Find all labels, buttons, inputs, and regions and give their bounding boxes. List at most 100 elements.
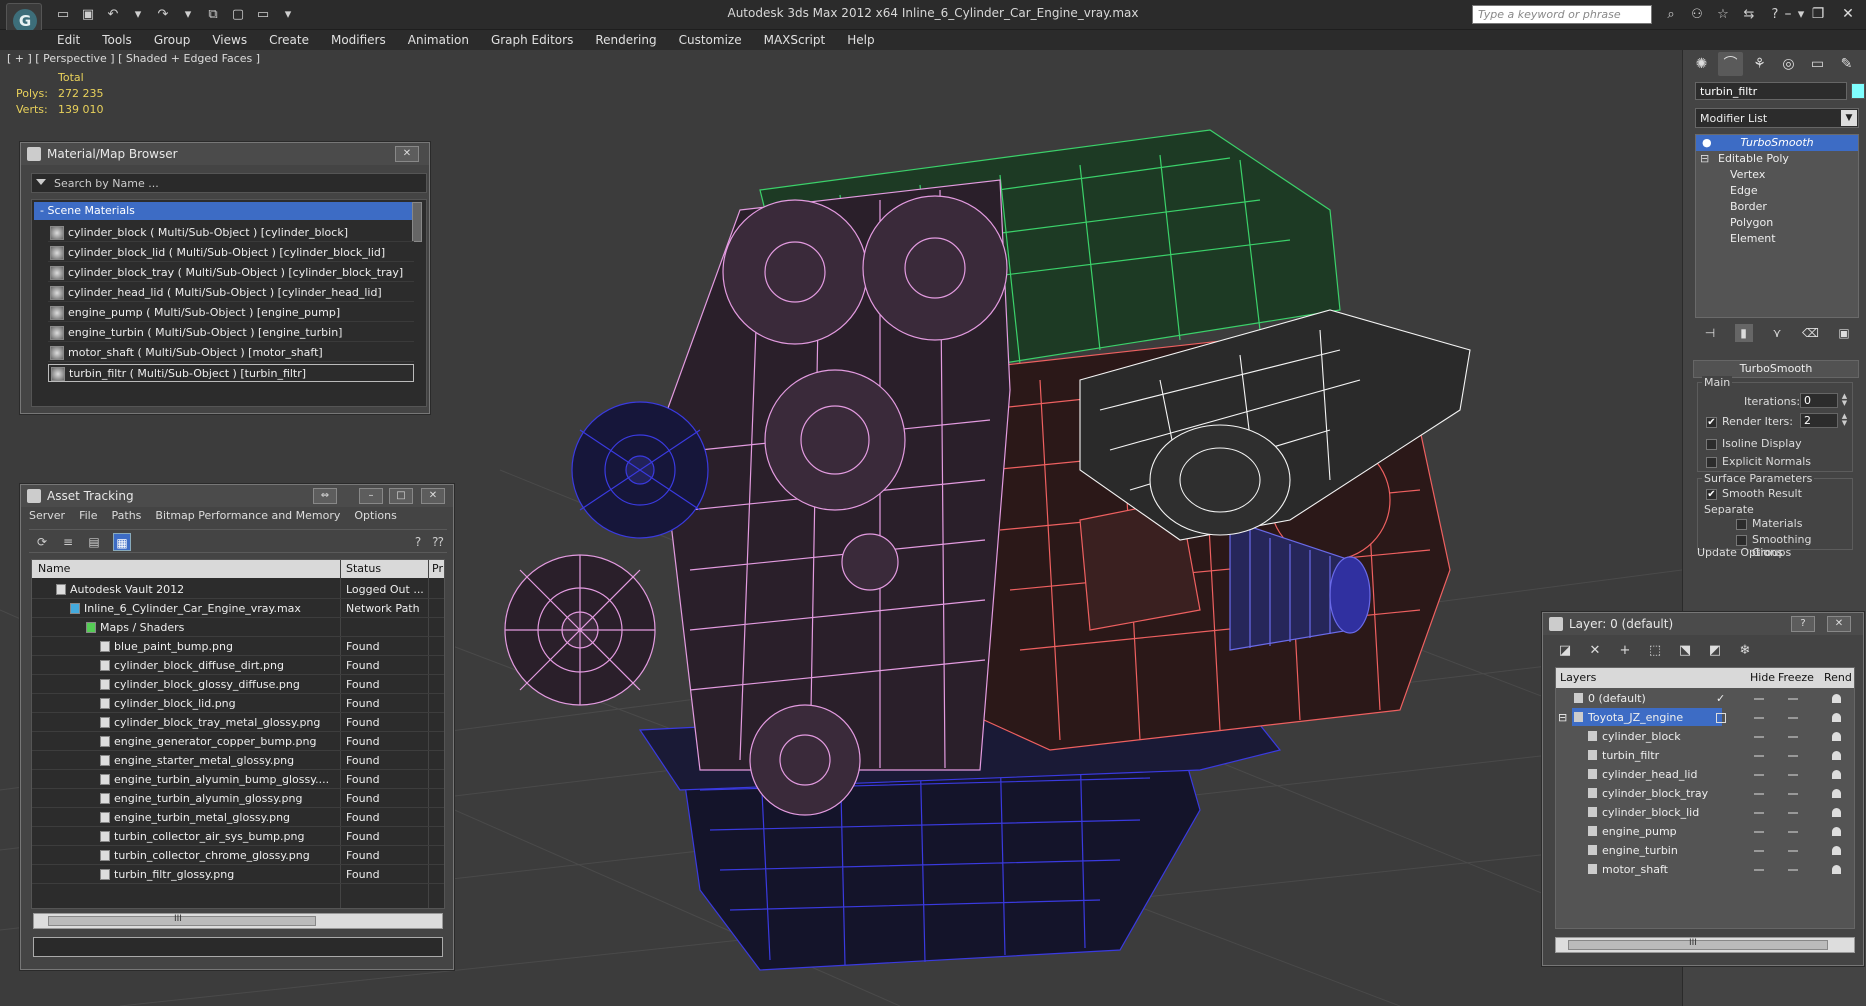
asset-table-hscrollbar[interactable]: III bbox=[33, 913, 443, 929]
chevron-down-icon[interactable]: ▼ bbox=[1841, 110, 1857, 126]
column-name[interactable]: Name bbox=[38, 562, 70, 575]
table-row[interactable]: engine_starter_metal_glossy.png Found bbox=[32, 751, 444, 770]
freeze-toggle[interactable] bbox=[1788, 812, 1798, 814]
layer-row-default[interactable]: 0 (default) ✓ bbox=[1556, 689, 1854, 708]
separate-materials-checkbox[interactable] bbox=[1736, 519, 1747, 530]
help-icon[interactable]: ? bbox=[1791, 616, 1815, 632]
material-search-field[interactable]: Search by Name ... bbox=[31, 173, 427, 193]
table-row[interactable]: Autodesk Vault 2012 Logged Out ... bbox=[32, 580, 444, 599]
menu-group[interactable]: Group bbox=[143, 30, 202, 50]
spinner-arrows-icon[interactable]: ▲ ▼ bbox=[1840, 393, 1849, 408]
stack-subobject-polygon[interactable]: Polygon bbox=[1696, 215, 1858, 231]
utilities-tab-icon[interactable]: ✎ bbox=[1834, 52, 1859, 76]
material-item[interactable]: engine_pump ( Multi/Sub-Object ) [engine… bbox=[48, 304, 414, 322]
hide-all-layers-icon[interactable]: ◩ bbox=[1705, 641, 1725, 661]
column-freeze[interactable]: Freeze bbox=[1778, 671, 1814, 684]
layer-row-selected[interactable]: ⊟ Toyota_JZ_engine bbox=[1556, 708, 1854, 727]
render-iters-checkbox[interactable]: ✔ bbox=[1706, 417, 1717, 428]
freeze-toggle[interactable] bbox=[1788, 774, 1798, 776]
menu-animation[interactable]: Animation bbox=[397, 30, 480, 50]
asset-path-field[interactable] bbox=[33, 937, 443, 957]
table-row[interactable]: blue_paint_bump.png Found bbox=[32, 637, 444, 656]
column-layers[interactable]: Layers bbox=[1560, 671, 1596, 684]
separate-smoothing-groups-checkbox[interactable] bbox=[1736, 535, 1747, 546]
menu-maxscript[interactable]: MAXScript bbox=[753, 30, 837, 50]
close-icon[interactable]: ✕ bbox=[1827, 616, 1851, 632]
freeze-toggle[interactable] bbox=[1788, 736, 1798, 738]
material-item[interactable]: motor_shaft ( Multi/Sub-Object ) [motor_… bbox=[48, 344, 414, 362]
stack-subobject-edge[interactable]: Edge bbox=[1696, 183, 1858, 199]
configure-modifier-sets-icon[interactable]: ▣ bbox=[1835, 324, 1853, 342]
column-hide[interactable]: Hide bbox=[1750, 671, 1775, 684]
new-layer-icon[interactable]: ◪ bbox=[1555, 641, 1575, 661]
collapse-icon[interactable]: ⊟ bbox=[1558, 708, 1567, 727]
stack-subobject-element[interactable]: Element bbox=[1696, 231, 1858, 247]
hide-toggle[interactable] bbox=[1754, 755, 1764, 757]
render-iters-spinner[interactable]: 2 bbox=[1800, 413, 1838, 428]
menu-customize[interactable]: Customize bbox=[668, 30, 753, 50]
hide-toggle[interactable] bbox=[1754, 698, 1764, 700]
freeze-toggle[interactable] bbox=[1788, 698, 1798, 700]
hide-toggle[interactable] bbox=[1754, 869, 1764, 871]
menu-create[interactable]: Create bbox=[258, 30, 320, 50]
minimize-icon[interactable]: – bbox=[1778, 4, 1798, 24]
render-toggle-icon[interactable] bbox=[1832, 865, 1841, 874]
delete-layer-icon[interactable]: ✕ bbox=[1585, 641, 1605, 661]
table-row[interactable]: Inline_6_Cylinder_Car_Engine_vray.max Net… bbox=[32, 599, 444, 618]
close-icon[interactable]: ✕ bbox=[421, 488, 445, 504]
table-row[interactable]: turbin_filtr_glossy.png Found bbox=[32, 865, 444, 884]
subscription-icon[interactable]: ⚇ bbox=[1686, 4, 1708, 26]
modifier-list-dropdown[interactable]: Modifier List ▼ bbox=[1695, 108, 1859, 128]
table-row[interactable]: engine_turbin_alyumin_bump_glossy.... Fou… bbox=[32, 770, 444, 789]
menu-help[interactable]: Help bbox=[836, 30, 885, 50]
spinner-arrows-icon[interactable]: ▲ ▼ bbox=[1840, 413, 1849, 428]
render-toggle-icon[interactable] bbox=[1832, 713, 1841, 722]
render-toggle-icon[interactable] bbox=[1832, 789, 1841, 798]
material-item[interactable]: cylinder_block ( Multi/Sub-Object ) [cyl… bbox=[48, 224, 414, 242]
menu-edit[interactable]: Edit bbox=[46, 30, 91, 50]
search-options-dropdown-icon[interactable] bbox=[36, 179, 46, 185]
context-help-icon[interactable]: ⁇ bbox=[429, 533, 447, 551]
layer-manager-titlebar[interactable]: Layer: 0 (default) ? ✕ bbox=[1543, 613, 1863, 635]
add-to-layer-icon[interactable]: + bbox=[1615, 641, 1635, 661]
scrollbar-thumb[interactable]: III bbox=[1568, 938, 1828, 950]
layer-object-row[interactable]: turbin_filtr bbox=[1556, 746, 1854, 765]
menu-tools[interactable]: Tools bbox=[91, 30, 143, 50]
layer-object-row[interactable]: cylinder_block_tray bbox=[1556, 784, 1854, 803]
hide-toggle[interactable] bbox=[1754, 812, 1764, 814]
table-row[interactable]: engine_generator_copper_bump.png Found bbox=[32, 732, 444, 751]
stack-subobject-vertex[interactable]: Vertex bbox=[1696, 167, 1858, 183]
asset-menu-bitmap[interactable]: Bitmap Performance and Memory bbox=[155, 509, 340, 522]
table-row[interactable]: cylinder_block_lid.png Found bbox=[32, 694, 444, 713]
refresh-icon[interactable]: ⟳ bbox=[33, 533, 51, 551]
star-icon[interactable]: ☆ bbox=[1712, 4, 1734, 26]
stack-item-editable-poly[interactable]: ⊟ Editable Poly bbox=[1696, 151, 1858, 167]
freeze-toggle[interactable] bbox=[1788, 717, 1798, 719]
material-item[interactable]: engine_turbin ( Multi/Sub-Object ) [engi… bbox=[48, 324, 414, 342]
explicit-normals-checkbox[interactable] bbox=[1706, 457, 1717, 468]
hide-toggle[interactable] bbox=[1754, 736, 1764, 738]
column-status[interactable]: Status bbox=[346, 562, 381, 575]
material-item[interactable]: cylinder_head_lid ( Multi/Sub-Object ) [… bbox=[48, 284, 414, 302]
asset-menu-paths[interactable]: Paths bbox=[112, 509, 142, 522]
render-toggle-icon[interactable] bbox=[1832, 694, 1841, 703]
freeze-all-layers-icon[interactable]: ❄ bbox=[1735, 641, 1755, 661]
asset-menu-options[interactable]: Options bbox=[354, 509, 396, 522]
hide-toggle[interactable] bbox=[1754, 850, 1764, 852]
render-toggle-icon[interactable] bbox=[1832, 808, 1841, 817]
table-row[interactable]: cylinder_block_tray_metal_glossy.png Foun… bbox=[32, 713, 444, 732]
expand-icon[interactable]: ⊟ bbox=[1700, 151, 1709, 167]
pin-stack-icon[interactable]: ⊣ bbox=[1701, 324, 1719, 342]
render-toggle-icon[interactable] bbox=[1832, 732, 1841, 741]
table-row[interactable]: Maps / Shaders bbox=[32, 618, 444, 637]
hide-toggle[interactable] bbox=[1754, 831, 1764, 833]
asset-menu-file[interactable]: File bbox=[79, 509, 97, 522]
layer-object-row[interactable]: cylinder_head_lid bbox=[1556, 765, 1854, 784]
set-current-layer-box[interactable] bbox=[1716, 713, 1726, 723]
display-tab-icon[interactable]: ▭ bbox=[1805, 52, 1830, 76]
scrollbar-thumb[interactable]: III bbox=[48, 914, 316, 926]
isoline-display-checkbox[interactable] bbox=[1706, 439, 1717, 450]
modify-tab-icon[interactable]: ⌒ bbox=[1718, 52, 1743, 76]
layer-object-row[interactable]: motor_shaft bbox=[1556, 860, 1854, 879]
scene-materials-category[interactable]: - Scene Materials bbox=[34, 202, 414, 220]
